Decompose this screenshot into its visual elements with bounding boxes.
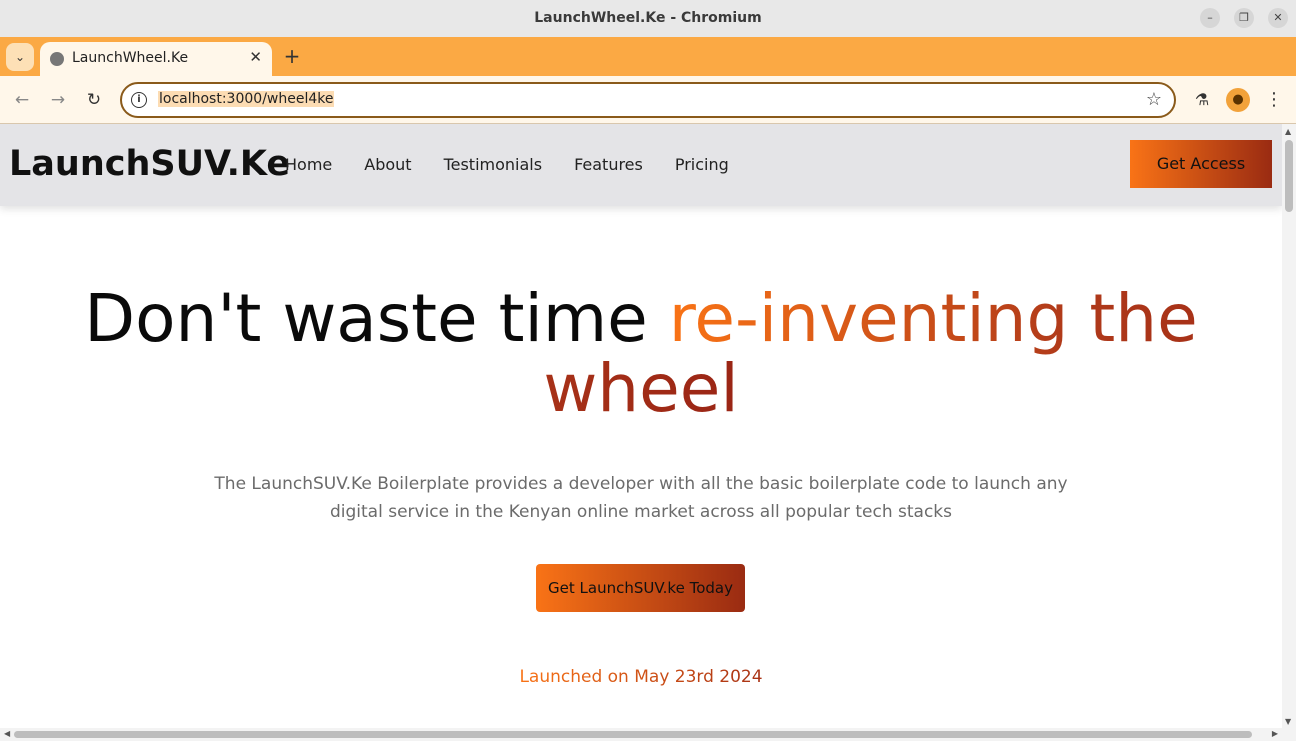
close-window-icon[interactable]: ✕: [1268, 8, 1288, 28]
back-arrow-icon[interactable]: ←: [10, 88, 34, 112]
url-text[interactable]: localhost:3000/wheel4ke: [158, 91, 335, 107]
minimize-icon[interactable]: –: [1200, 8, 1220, 28]
hero-title: Don't waste time re-inventing the wheel: [0, 284, 1282, 424]
bookmark-star-icon[interactable]: ☆: [1146, 89, 1162, 110]
site-info-icon[interactable]: i: [131, 92, 147, 108]
browser-toolbar: ← → ↻ i localhost:3000/wheel4ke ☆ ⚗ ● ⋮: [0, 76, 1296, 124]
tab-search-button[interactable]: ⌄: [6, 43, 34, 71]
forward-arrow-icon[interactable]: →: [46, 88, 70, 112]
vertical-scroll-thumb[interactable]: [1285, 140, 1293, 212]
nav-link-home[interactable]: Home: [285, 155, 332, 174]
tab-launchwheel[interactable]: LaunchWheel.Ke ✕: [40, 42, 272, 76]
launch-date-text: Launched on May 23rd 2024: [519, 667, 763, 687]
horizontal-scroll-thumb[interactable]: [14, 731, 1252, 738]
get-launchsuv-button[interactable]: Get LaunchSUV.ke Today: [536, 564, 745, 612]
nav-link-pricing[interactable]: Pricing: [675, 155, 729, 174]
tab-close-icon[interactable]: ✕: [249, 48, 262, 66]
get-access-button[interactable]: Get Access: [1130, 140, 1272, 188]
address-bar[interactable]: i localhost:3000/wheel4ke ☆: [120, 82, 1176, 118]
tab-strip: ⌄ LaunchWheel.Ke ✕ +: [0, 37, 1296, 76]
globe-icon: [50, 52, 64, 66]
nav-links: Home About Testimonials Features Pricing: [285, 155, 729, 174]
nav-link-about[interactable]: About: [364, 155, 411, 174]
vertical-scrollbar[interactable]: ▲ ▼: [1282, 124, 1296, 728]
kebab-menu-icon[interactable]: ⋮: [1262, 88, 1286, 112]
site-logo[interactable]: LaunchSUV.Ke: [9, 144, 290, 184]
site-navbar: LaunchSUV.Ke Home About Testimonials Fea…: [0, 124, 1282, 206]
nav-link-testimonials[interactable]: Testimonials: [444, 155, 543, 174]
window-titlebar: LaunchWheel.Ke - Chromium – ❐ ✕: [0, 0, 1296, 37]
reload-icon[interactable]: ↻: [82, 88, 106, 112]
horizontal-scrollbar[interactable]: ◀ ▶: [0, 728, 1296, 741]
tab-label: LaunchWheel.Ke: [72, 50, 189, 66]
labs-flask-icon[interactable]: ⚗: [1190, 88, 1214, 112]
scroll-right-icon[interactable]: ▶: [1272, 729, 1278, 738]
window-title: LaunchWheel.Ke - Chromium: [534, 10, 762, 26]
hero-subtitle: The LaunchSUV.Ke Boilerplate provides a …: [214, 474, 1068, 522]
profile-avatar-icon[interactable]: ●: [1226, 88, 1250, 112]
nav-link-features[interactable]: Features: [574, 155, 643, 174]
scroll-left-icon[interactable]: ◀: [4, 729, 10, 738]
scroll-down-icon[interactable]: ▼: [1285, 717, 1291, 726]
hero-title-plain: Don't waste time: [84, 280, 669, 357]
maximize-icon[interactable]: ❐: [1234, 8, 1254, 28]
new-tab-button[interactable]: +: [280, 45, 304, 69]
scroll-up-icon[interactable]: ▲: [1285, 127, 1291, 136]
page-viewport: LaunchSUV.Ke Home About Testimonials Fea…: [0, 124, 1282, 728]
launch-date: Launched on May 23rd 2024: [0, 667, 1282, 687]
